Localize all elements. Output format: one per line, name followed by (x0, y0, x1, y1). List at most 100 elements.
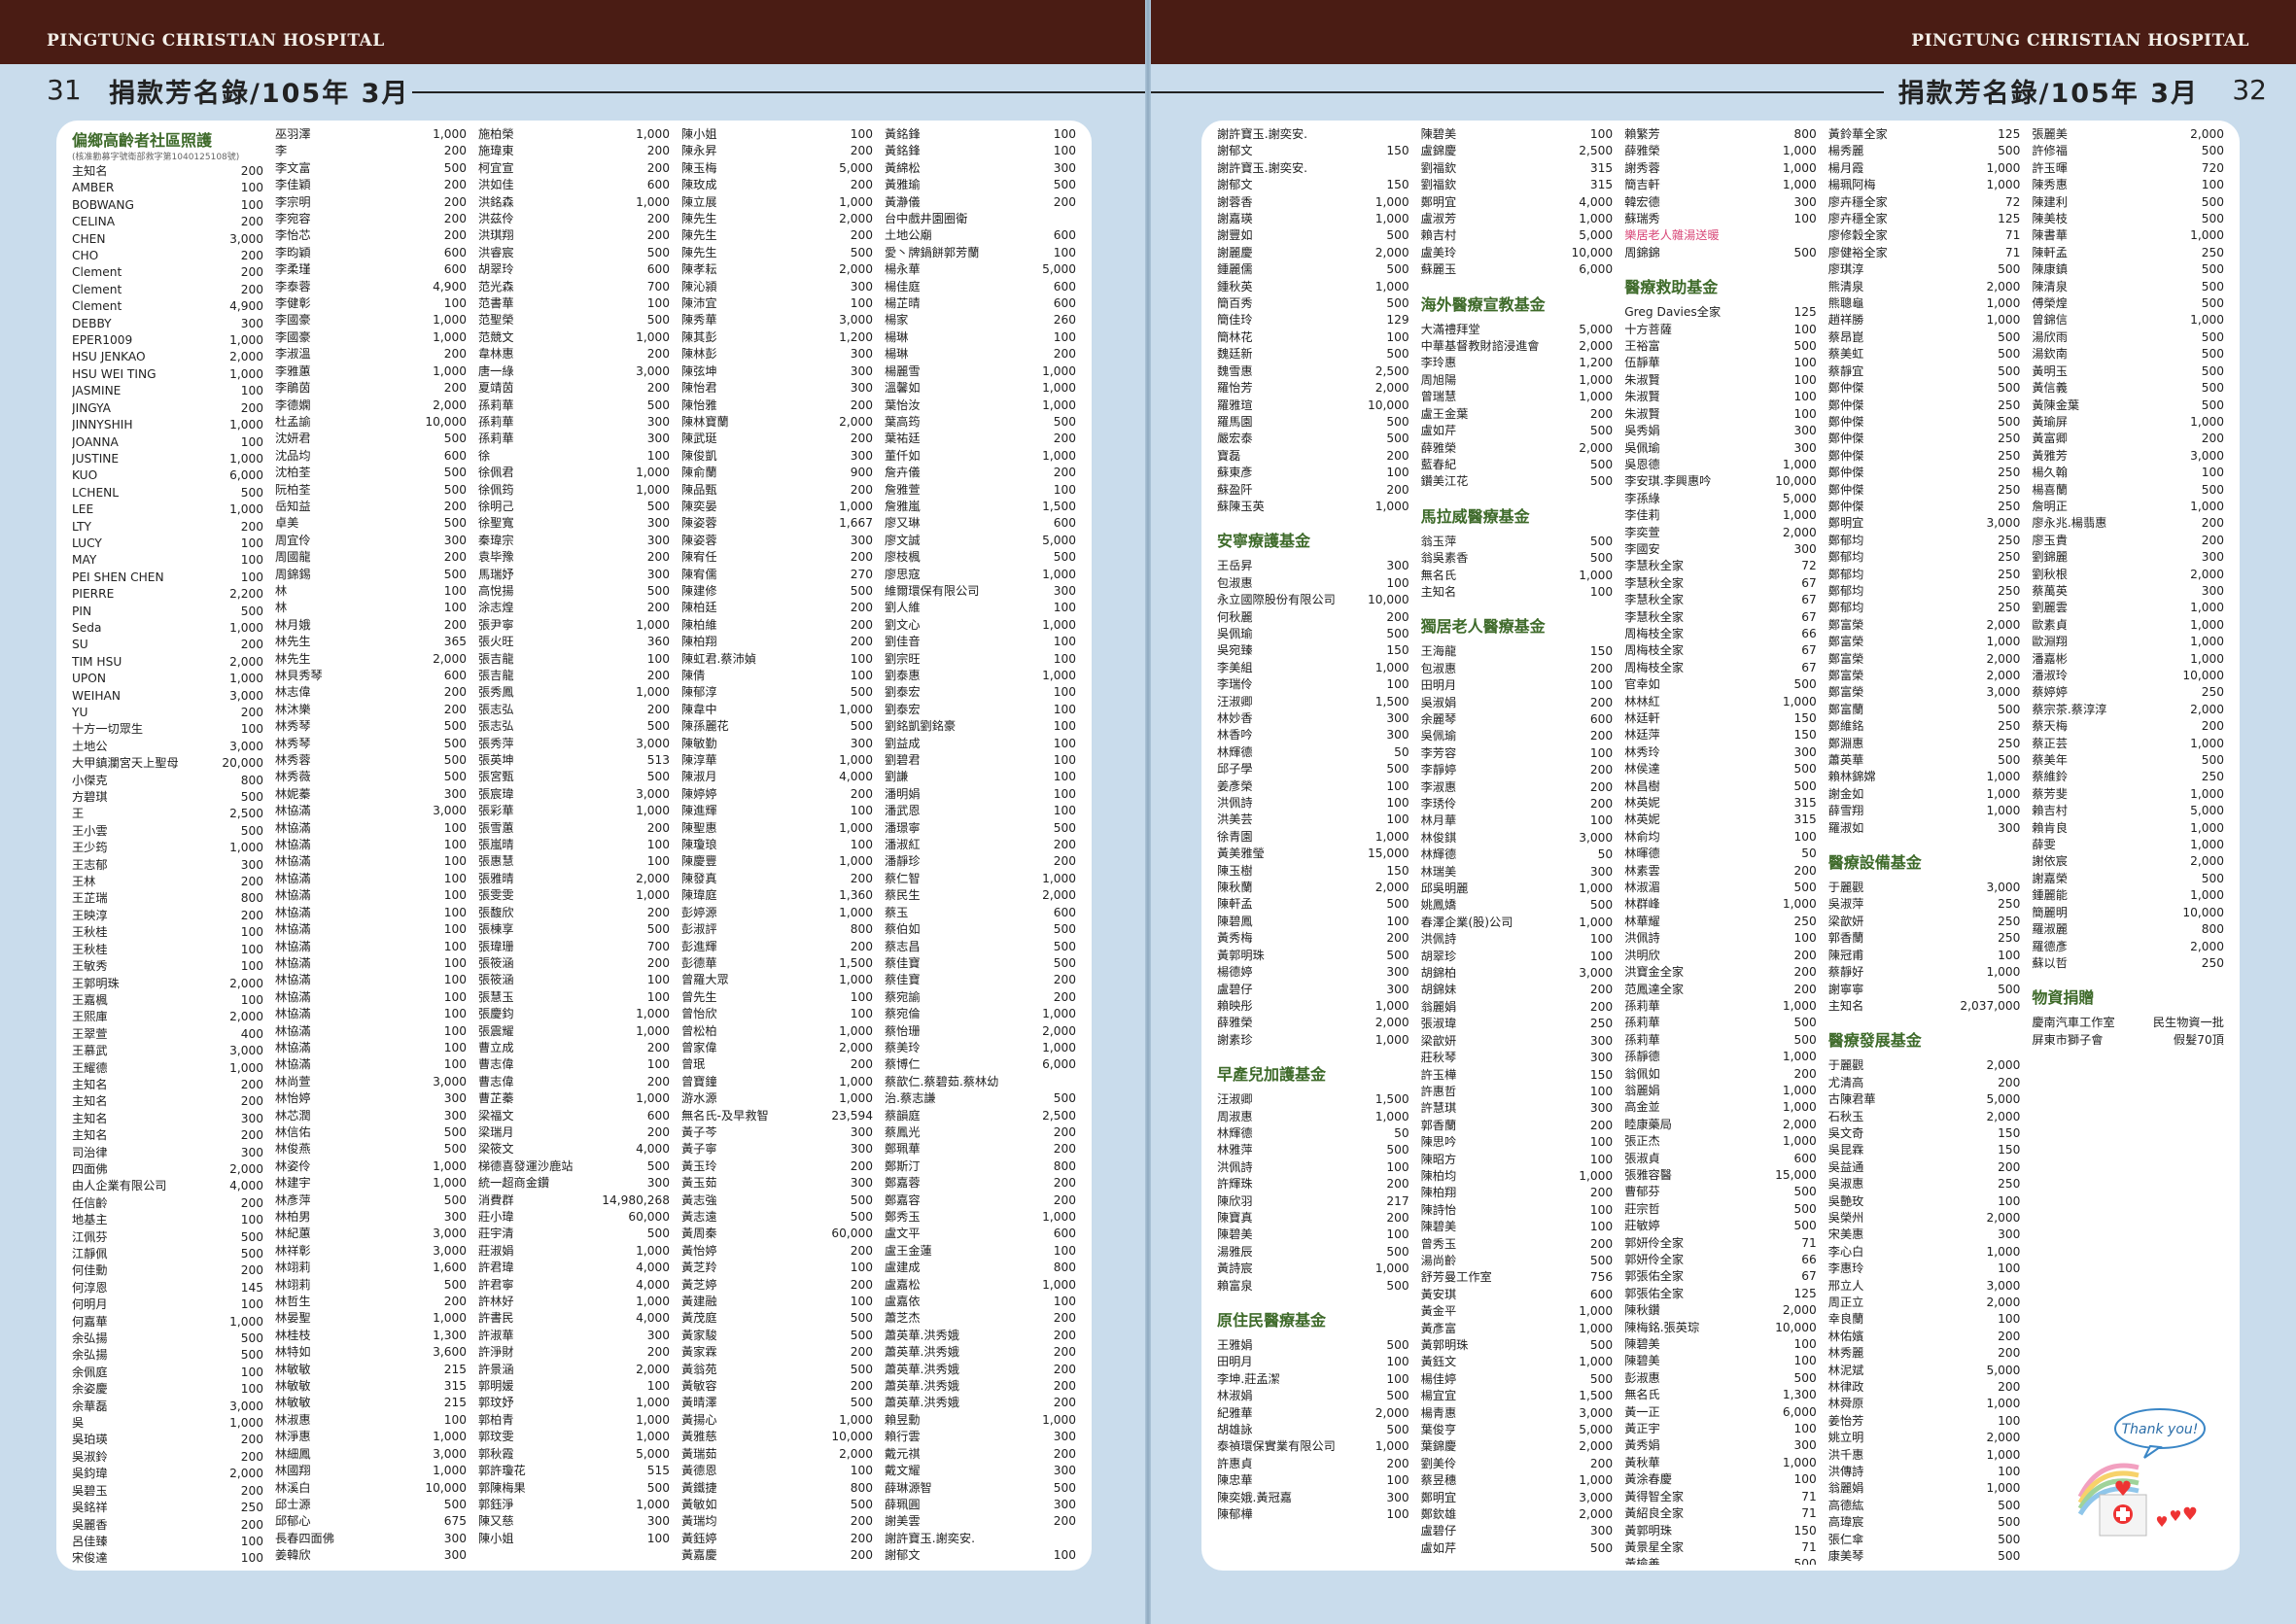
donor-row: 大甲鎮瀾宮天上聖母 20,000 (72, 755, 263, 772)
donor-row: 林淑惠 100 (275, 1412, 467, 1429)
donation-amount: 125 (1793, 1286, 1817, 1300)
donor-row: 羅雅瑄 10,000 (1217, 397, 1409, 414)
donation-amount: 100 (1053, 736, 1076, 750)
donation-amount: 200 (646, 820, 670, 835)
donor-name: 楊琳 (885, 329, 909, 344)
donor-row: CELINA 200 (72, 214, 263, 230)
donor-row: 蔡鳳光 200 (885, 1124, 1076, 1141)
donation-amount: 300 (646, 432, 670, 446)
donor-name: 李佳穎 (275, 178, 311, 192)
donation-amount: 5,000 (1579, 228, 1614, 243)
donor-name: 謝許寶玉.謝奕安. (885, 1531, 976, 1545)
donation-amount: 100 (1053, 329, 1076, 344)
donor-row: 徐 100 (478, 448, 670, 465)
donor-name: 翁麗娟 (1420, 999, 1457, 1014)
donor-name: 林秀蓉 (275, 753, 311, 768)
donor-name: 治.蔡志謙 (885, 1091, 936, 1106)
donor-row: 詹卉儀 200 (885, 465, 1076, 481)
donor-row: 田明月 100 (1421, 677, 1614, 694)
donation-amount: 300 (850, 1124, 873, 1139)
donation-amount: 100 (850, 804, 873, 818)
donor-row: 翁麗娟 1,000 (1624, 1083, 1817, 1099)
donation-amount: 1,000 (839, 1412, 873, 1427)
donor-row: Greg Davies全家 125 (1624, 304, 1817, 321)
donation-amount: 200 (1053, 1446, 1076, 1461)
donor-name: 林輝德 (1217, 1125, 1253, 1140)
donor-row: 王少筠 1,000 (72, 840, 263, 856)
donor-row: 陳俊凱 300 (681, 448, 873, 465)
donor-row: 胡錦柏 3,000 (1421, 965, 1614, 982)
donor-name: 王岳昇 (1217, 559, 1253, 573)
donor-row: 主知名 2,037,000 (1828, 998, 2021, 1015)
donation-amount: 100 (1793, 212, 1817, 226)
donor-name: 朱淑賢 (1624, 372, 1660, 387)
donor-row: 郭妍伶全家 66 (1624, 1252, 1817, 1268)
donor-name: 王裕富 (1624, 339, 1660, 354)
donor-name: 郭香蘭 (1420, 1118, 1457, 1132)
donation-amount: 1,000 (1782, 1455, 1817, 1469)
donation-amount: 500 (1793, 778, 1817, 793)
donation-amount: 2,000 (1374, 1405, 1409, 1420)
donor-name: 陳碧美 (1217, 1227, 1253, 1242)
donation-amount: 200 (240, 638, 263, 652)
donor-row: 吳艷玫 100 (1828, 1193, 2021, 1210)
donor-row: 寶磊 200 (1217, 448, 1409, 465)
donation-amount: 1,000 (1042, 1040, 1076, 1054)
donor-name: 陳柏翔 (681, 635, 717, 649)
donor-row: 賴昱勳 1,000 (885, 1412, 1076, 1429)
donor-row: 潘淑玲 10,000 (2032, 668, 2224, 684)
donor-name: 何佳勳 (72, 1263, 108, 1278)
donation-amount: 100 (443, 939, 467, 953)
donation-amount: 100 (443, 838, 467, 852)
donor-row: 盧碧仔 300 (1217, 982, 1409, 998)
donor-name: 陳建利 (2032, 194, 2068, 209)
donor-name: 蔡昂崑 (1827, 329, 1864, 344)
fund-section-heading: 醫療發展基金 (1827, 1031, 1922, 1051)
donor-name: 盧碧仔 (1420, 1524, 1457, 1538)
donation-amount: 71 (1801, 1506, 1817, 1521)
donor-name: 陳碧鳳 (1217, 914, 1253, 928)
donor-row: 廖文誠 5,000 (885, 533, 1076, 549)
donor-name: 阮柏荃 (275, 482, 311, 497)
donor-row: 林敏敏 215 (275, 1395, 467, 1411)
donation-amount: 300 (646, 414, 670, 429)
donation-amount: 71 (1801, 1489, 1817, 1503)
donor-name: 陳瓊琅 (681, 838, 717, 852)
donor-row: 黃瀞儀 200 (885, 194, 1076, 211)
donor-row: 劉錦麗 300 (2032, 549, 2224, 566)
donation-amount: 2,000 (1579, 440, 1614, 455)
donation-amount: 200 (240, 1433, 263, 1447)
donor-name: 黃玉茹 (681, 1176, 717, 1191)
hospital-name: PINGTUNG CHRISTIAN HOSPITAL (1911, 31, 2249, 51)
donor-row: 徐明己 500 (478, 499, 670, 515)
donor-row: 主知名 200 (72, 1127, 263, 1144)
donor-row: 黃晴澤 500 (681, 1395, 873, 1411)
donor-row: 吳佩瑜 200 (1421, 728, 1614, 744)
donation-amount: 100 (240, 570, 263, 584)
donor-name: 主知名 (1827, 998, 1864, 1013)
donor-name: 古陳君華 (1827, 1092, 1876, 1107)
donation-amount: 200 (646, 702, 670, 716)
donor-row: 張瑋珊 700 (478, 939, 670, 955)
donor-name: 高悅揚 (478, 583, 514, 598)
donation-amount: 14,980,268 (602, 1192, 670, 1207)
donor-row: 林淨惠 1,000 (275, 1429, 467, 1445)
donor-column: 陳小姐 100 陳永昇 200 陳玉梅 5,000 陳玫成 200 陳立展 1,000 陳先生 2,0… (681, 126, 873, 1565)
donor-name: 梁歆妍 (1420, 1033, 1457, 1048)
left-page: PINGTUNG CHRISTIAN HOSPITAL 31 捐款芳名錄/105… (0, 0, 1148, 1624)
donor-name: 江佩芬 (72, 1229, 108, 1244)
donor-name: 陳先生 (681, 245, 717, 259)
donor-name: 林協滿 (275, 804, 311, 818)
header-bar: PINGTUNG CHRISTIAN HOSPITAL (0, 0, 1148, 64)
donor-row: 孫靜德 1,000 (1624, 1049, 1817, 1065)
donor-name: 簡佳玲 (1217, 313, 1253, 328)
donation-amount: 300 (850, 1142, 873, 1157)
donation-amount: 300 (646, 1176, 670, 1191)
donor-name: 幸良蘭 (1827, 1312, 1864, 1327)
donation-amount: 500 (850, 1362, 873, 1376)
donation-amount: 10,000 (831, 1430, 873, 1444)
donation-amount: 100 (443, 905, 467, 919)
donor-name: 方碧琪 (72, 790, 108, 805)
donation-amount: 1,000 (433, 1464, 467, 1478)
donation-amount: 200 (1589, 695, 1614, 709)
